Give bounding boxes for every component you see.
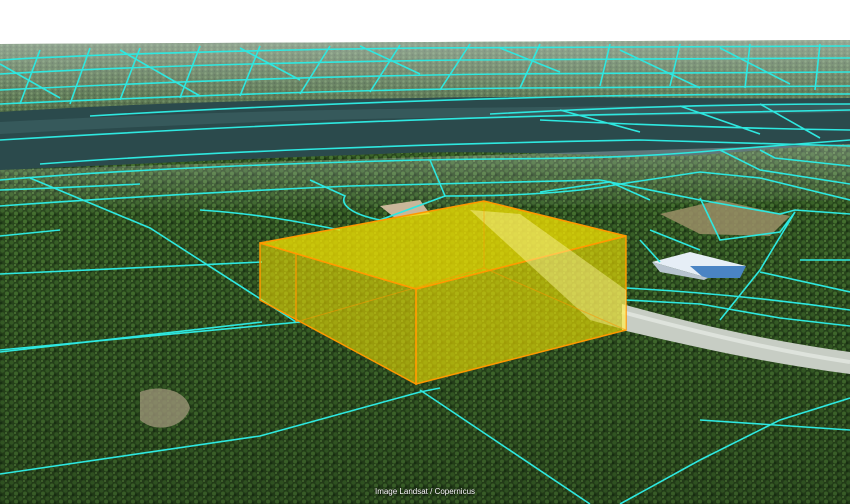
map-viewport[interactable] bbox=[0, 0, 850, 504]
imagery-attribution: Image Landsat / Copernicus bbox=[374, 487, 476, 496]
sky bbox=[0, 0, 850, 44]
